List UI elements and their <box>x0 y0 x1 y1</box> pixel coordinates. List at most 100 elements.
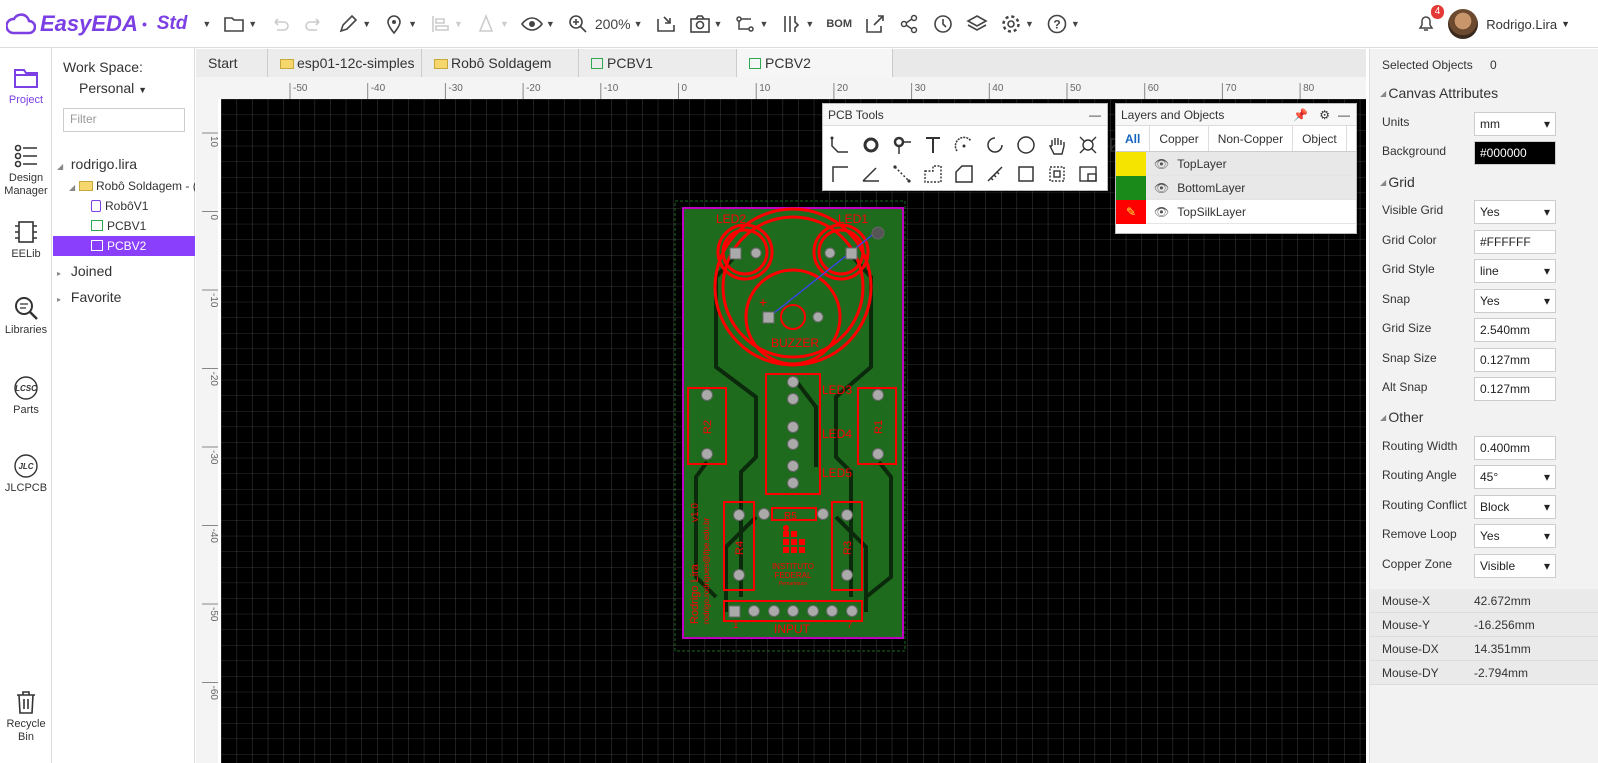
routing-conflict-select[interactable]: Block <box>1474 495 1556 519</box>
solid-region-tool-icon[interactable] <box>920 161 946 187</box>
rail-libraries[interactable]: Libraries <box>0 294 52 336</box>
angle-tool-icon[interactable] <box>858 161 884 187</box>
routing-angle-select[interactable]: 45° <box>1474 465 1556 489</box>
tab-pcbv1[interactable]: PCBV1 <box>579 49 737 77</box>
tab-start[interactable]: Start <box>196 49 268 77</box>
rect-tool-icon[interactable] <box>1013 161 1039 187</box>
alt-snap-input[interactable]: 0.127mm <box>1474 377 1556 401</box>
tree-item-robov1[interactable]: RobôV1 <box>53 196 195 216</box>
rail-recycle-bin[interactable]: Recycle Bin <box>0 688 52 744</box>
track-tool-icon[interactable] <box>827 132 853 158</box>
grid-header[interactable]: Grid <box>1370 174 1598 190</box>
layer-tab-non-copper[interactable]: Non-Copper <box>1209 126 1294 151</box>
history-button[interactable] <box>926 0 960 48</box>
notifications-button[interactable]: 4 <box>1416 4 1445 36</box>
grid-style-select[interactable]: line <box>1474 259 1556 283</box>
pcb-tools-header[interactable]: PCB Tools — <box>823 104 1107 126</box>
workspace-select[interactable]: Personal ▼ <box>79 80 147 96</box>
bom-button[interactable]: BOM <box>820 0 858 48</box>
pcb-canvas[interactable]: -50 -40 -30 -20 -10 0 10 20 30 40 50 60 70 80 10 0 -10 -… <box>196 77 1366 763</box>
edit-menu-button[interactable]: ▼ <box>331 0 377 48</box>
file-menu-button[interactable]: ▼ <box>217 0 263 48</box>
pad-tool-icon[interactable] <box>858 132 884 158</box>
tree-item-pcbv1[interactable]: PCBV1 <box>53 216 195 236</box>
group-tool-icon[interactable] <box>1044 161 1070 187</box>
tree-joined[interactable]: ▸ Joined <box>53 258 195 284</box>
tab-robo-soldagem[interactable]: Robô Soldagem <box>422 49 579 77</box>
help-button[interactable]: ? ▼ <box>1040 0 1086 48</box>
minimize-button[interactable]: — <box>1338 104 1350 126</box>
arc-tool-icon[interactable] <box>951 132 977 158</box>
layers-header[interactable]: Layers and Objects 📌 ⚙ — <box>1116 104 1356 126</box>
layer-tab-all[interactable]: All <box>1116 126 1151 151</box>
tree-favorite[interactable]: ▸ Favorite <box>53 284 195 310</box>
redo-button[interactable] <box>297 0 331 48</box>
tree-folder[interactable]: ◢ Robô Soldagem - ( <box>53 176 195 196</box>
eye-icon[interactable]: 👁 <box>1154 176 1169 200</box>
layer-color-swatch[interactable] <box>1116 175 1146 200</box>
layer-row-topsilk[interactable]: ✎ 👁 TopSilkLayer <box>1116 199 1356 224</box>
canvas-origin-tool-icon[interactable] <box>1075 161 1101 187</box>
units-select[interactable]: mm <box>1474 112 1556 136</box>
layers-button[interactable] <box>960 0 994 48</box>
zoom-menu-button[interactable]: 200% ▼ <box>561 0 649 48</box>
rail-jlcpcb[interactable]: JLC JLCPCB <box>0 452 52 494</box>
edition-dropdown[interactable]: ▼ <box>193 0 217 48</box>
line-tool-icon[interactable] <box>889 161 915 187</box>
snap-select[interactable]: Yes <box>1474 289 1556 313</box>
layer-tab-copper[interactable]: Copper <box>1150 126 1209 151</box>
snap-size-input[interactable]: 0.127mm <box>1474 348 1556 372</box>
grid-size-input[interactable]: 2.540mm <box>1474 318 1556 342</box>
layer-tab-object[interactable]: Object <box>1293 126 1347 151</box>
background-color-input[interactable]: #000000 <box>1474 141 1556 165</box>
routing-width-input[interactable]: 0.400mm <box>1474 436 1556 460</box>
tree-owner[interactable]: ◢ rodrigo.lira <box>53 152 195 176</box>
filter-input[interactable]: Filter <box>63 108 185 132</box>
place-menu-button[interactable]: ▼ <box>377 0 423 48</box>
measure-tool-icon[interactable] <box>982 161 1008 187</box>
rail-parts[interactable]: LCSC Parts <box>0 374 52 416</box>
copper-zone-select[interactable]: Visible <box>1474 554 1556 578</box>
settings-button[interactable]: ▼ <box>994 0 1040 48</box>
layer-row-bottom[interactable]: 👁 BottomLayer <box>1116 175 1356 200</box>
tools-menu-button[interactable]: ▼ <box>774 0 820 48</box>
rail-eelib[interactable]: EELib <box>0 218 52 260</box>
eye-icon[interactable]: 👁 <box>1154 152 1169 176</box>
export-button[interactable] <box>858 0 892 48</box>
tree-item-pcbv2[interactable]: PCBV2 <box>53 236 195 256</box>
design-menu-button[interactable]: ▼ <box>728 0 774 48</box>
user-name[interactable]: Rodrigo.Lira <box>1486 17 1557 32</box>
avatar[interactable] <box>1448 9 1479 39</box>
rail-project[interactable]: Project <box>0 64 52 106</box>
visible-grid-select[interactable]: Yes <box>1474 200 1556 224</box>
text-tool-icon[interactable] <box>920 132 946 158</box>
pin-icon[interactable]: 📌 <box>1293 104 1308 126</box>
app-logo[interactable]: EasyEDA • Std <box>6 11 187 37</box>
via-tool-icon[interactable] <box>889 132 915 158</box>
copper-area-tool-icon[interactable] <box>951 161 977 187</box>
tab-pcbv2[interactable]: PCBV2 <box>737 49 893 77</box>
import-button[interactable] <box>649 0 683 48</box>
camera-button[interactable]: ▼ <box>683 0 729 48</box>
layer-color-swatch[interactable] <box>1116 151 1146 176</box>
connect-pad-tool-icon[interactable] <box>827 161 853 187</box>
pencil-icon[interactable]: ✎ <box>1116 199 1146 224</box>
eye-icon[interactable]: 👁 <box>1154 200 1169 224</box>
align-menu-button[interactable]: ▼ <box>423 0 469 48</box>
hand-tool-icon[interactable] <box>1044 132 1070 158</box>
rail-design-manager[interactable]: Design Manager <box>0 142 52 198</box>
minimize-button[interactable]: — <box>1089 104 1101 126</box>
share-button[interactable] <box>892 0 926 48</box>
other-header[interactable]: Other <box>1370 409 1598 425</box>
gear-icon[interactable]: ⚙ <box>1319 104 1330 126</box>
tab-esp01[interactable]: esp01-12c-simples <box>268 49 422 77</box>
remove-loop-select[interactable]: Yes <box>1474 524 1556 548</box>
canvas-attributes-header[interactable]: Canvas Attributes <box>1370 85 1598 101</box>
grid-color-input[interactable]: #FFFFFF <box>1474 230 1556 254</box>
undo-button[interactable] <box>263 0 297 48</box>
dimension-tool-icon[interactable] <box>1075 132 1101 158</box>
layer-row-top[interactable]: 👁 TopLayer <box>1116 151 1356 176</box>
view-menu-button[interactable]: ▼ <box>515 0 561 48</box>
circle-tool-icon[interactable] <box>1013 132 1039 158</box>
center-arc-tool-icon[interactable] <box>982 132 1008 158</box>
